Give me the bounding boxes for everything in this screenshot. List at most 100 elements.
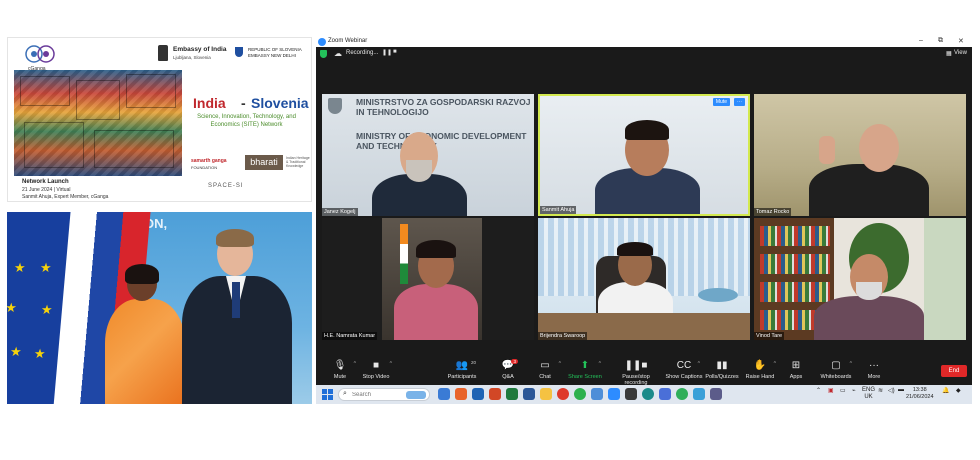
title-india: India <box>193 95 226 111</box>
outlook-icon[interactable] <box>472 388 484 400</box>
maximize-button[interactable]: ⧉ <box>938 37 943 45</box>
battery-status-icon[interactable]: ▬ <box>898 387 904 393</box>
minimize-button[interactable]: – <box>919 37 923 44</box>
end-button[interactable]: End <box>941 365 967 377</box>
video-tile[interactable]: MINISTRSTVO ZA GOSPODARSKI RAZVOJ IN TEH… <box>322 94 534 216</box>
clock-date: 21/06/2024 <box>906 394 934 400</box>
volume-icon[interactable]: ◁) <box>888 387 895 394</box>
title-bar: Zoom Webinar – ⧉ ✕ <box>316 37 972 47</box>
slovenia-embassy-title: REPUBLIC OF SLOVENIA EMBASSY NEW DELHI <box>248 47 302 58</box>
event-slide: cGanga Embassy of India Ljubljana, Slove… <box>7 37 312 202</box>
participant-name: Janez Kogelj <box>322 208 358 216</box>
recording-bar: ☁ Recording... ❚❚ ■ ▦ View <box>316 47 972 61</box>
ministry-banner-english: MINISTRY OF ECONOMIC DEVELOPMENT AND TEC… <box>356 131 527 151</box>
chevron-up-icon[interactable]: ^ <box>599 361 601 367</box>
tray-expand-icon[interactable]: ⌃ <box>816 387 821 394</box>
embassy-city: Ljubljana, Slovenia <box>173 55 211 60</box>
view-grid-icon[interactable]: ▦ <box>946 50 952 57</box>
search-input[interactable] <box>352 391 402 399</box>
video-tile-active-speaker[interactable]: Mute ··· Sanmit Ahuja <box>538 94 750 216</box>
view-button[interactable]: View <box>954 50 967 56</box>
pause-stop-icon: ❚❚■ <box>624 360 648 371</box>
launch-title: Network Launch <box>22 179 69 185</box>
windows-start-icon[interactable] <box>322 389 333 400</box>
browser-icon[interactable] <box>455 388 467 400</box>
security-tray-icon[interactable]: ▣ <box>828 387 834 394</box>
video-tile[interactable]: Vinod Tare <box>754 218 966 340</box>
video-tile[interactable]: Brijendra Swaroop <box>538 218 750 340</box>
edge-icon[interactable] <box>642 388 654 400</box>
pause-recording-icon[interactable]: ❚❚ <box>382 49 392 56</box>
notification-bell-icon[interactable]: 🔔 <box>942 387 949 394</box>
copilot-icon[interactable]: ◆ <box>956 387 961 394</box>
bharati-sub: Indian Heritage & Traditional Knowledge <box>286 156 310 168</box>
teams-icon[interactable] <box>659 388 671 400</box>
photos-icon[interactable] <box>591 388 603 400</box>
ministry-crest-icon <box>328 98 342 114</box>
stop-video-button[interactable]: ■ ^ Stop Video <box>352 360 400 380</box>
security-shield-icon[interactable] <box>320 50 327 58</box>
participants-button[interactable]: 👥 20 Participants <box>438 360 486 380</box>
india-emblem-icon <box>158 45 168 61</box>
app-icon[interactable] <box>693 388 705 400</box>
close-button[interactable]: ✕ <box>958 37 964 45</box>
pause-recording-button[interactable]: ❚❚■ Pause/stop recording <box>611 360 661 386</box>
share-screen-button[interactable]: ⬆ ^ Share Screen <box>561 360 609 380</box>
excel-icon[interactable] <box>506 388 518 400</box>
title-slovenia: Slovenia <box>251 95 309 111</box>
more-options-button[interactable]: ··· <box>734 98 745 106</box>
calculator-icon[interactable] <box>710 388 722 400</box>
recording-label: Recording... <box>346 50 379 56</box>
bharati-logo: bharati <box>245 155 283 170</box>
taskbar-search[interactable]: ⌕ <box>338 388 430 401</box>
title-dash: - <box>241 95 246 111</box>
slide-subtitle: Science, Innovation, Technology, and Eco… <box>197 114 296 128</box>
search-highlight-icon <box>406 391 426 399</box>
clock-time: 13:38 <box>912 387 927 393</box>
india-flag <box>400 224 408 284</box>
video-camera-icon: ■ <box>372 360 380 371</box>
usb-icon[interactable]: ⌁ <box>852 387 856 394</box>
participant-name: H.E. Namrata Kumar <box>322 332 378 340</box>
phone-link-icon[interactable] <box>676 388 688 400</box>
space-si-logo: SPACE-SI <box>208 183 244 189</box>
zoom-taskbar-icon[interactable] <box>608 388 620 400</box>
more-dots-icon: ··· <box>869 360 879 371</box>
ministry-banner-slovene: MINISTRSTVO ZA GOSPODARSKI RAZVOJ IN TEH… <box>356 97 531 117</box>
slovenia-crest-icon <box>235 47 243 57</box>
windows-taskbar: ⌕ ⌃ ▣ ▭ ⌁ ENG <box>316 385 972 404</box>
video-tile[interactable]: H.E. Namrata Kumar <box>322 218 534 340</box>
cloud-recording-icon: ☁ <box>334 49 342 58</box>
samarth-ganga-sub: FOUNDATION <box>191 165 218 170</box>
video-tile[interactable]: Tomaz Rocko <box>754 94 966 216</box>
taskbar-clock[interactable]: 13:38 21/06/2024 <box>906 387 934 401</box>
zoom-window: Zoom Webinar – ⧉ ✕ ☁ Recording... ❚❚ ■ ▦… <box>316 37 972 404</box>
wifi-icon[interactable]: ≋ <box>878 387 883 394</box>
search-icon: ⌕ <box>343 390 347 397</box>
more-button[interactable]: ··· More <box>850 360 898 380</box>
participants-count: 20 <box>470 360 476 365</box>
window-title: Zoom Webinar <box>328 38 368 44</box>
stop-recording-icon[interactable]: ■ <box>393 49 397 55</box>
participant-name: Vinod Tare <box>754 332 785 340</box>
folk-painting <box>14 70 182 176</box>
samarth-ganga-logo: samarth ganga <box>191 158 227 164</box>
participants-icon: 👥 <box>455 360 469 371</box>
mute-participant-button[interactable]: Mute <box>712 98 730 106</box>
powerpoint-icon[interactable] <box>489 388 501 400</box>
man-in-suit <box>182 229 292 404</box>
whatsapp-icon[interactable] <box>574 388 586 400</box>
meeting-toolbar: 🎙 ^ Mute ■ ^ Stop Video 👥 20 Participant… <box>316 357 972 386</box>
chevron-up-icon[interactable]: ^ <box>390 361 392 367</box>
participant-name: Tomaz Rocko <box>754 208 792 216</box>
chrome-icon[interactable] <box>557 388 569 400</box>
file-explorer-icon[interactable] <box>540 388 552 400</box>
language-indicator[interactable]: ENG UK <box>862 387 875 401</box>
participant-name: Sanmit Ahuja <box>540 206 577 214</box>
zoom-logo-icon <box>318 38 326 46</box>
qa-badge: 3 <box>511 359 518 364</box>
word-icon[interactable] <box>523 388 535 400</box>
battery-icon[interactable]: ▭ <box>840 387 846 394</box>
mail-icon[interactable] <box>625 388 637 400</box>
task-view-icon[interactable] <box>438 388 450 400</box>
